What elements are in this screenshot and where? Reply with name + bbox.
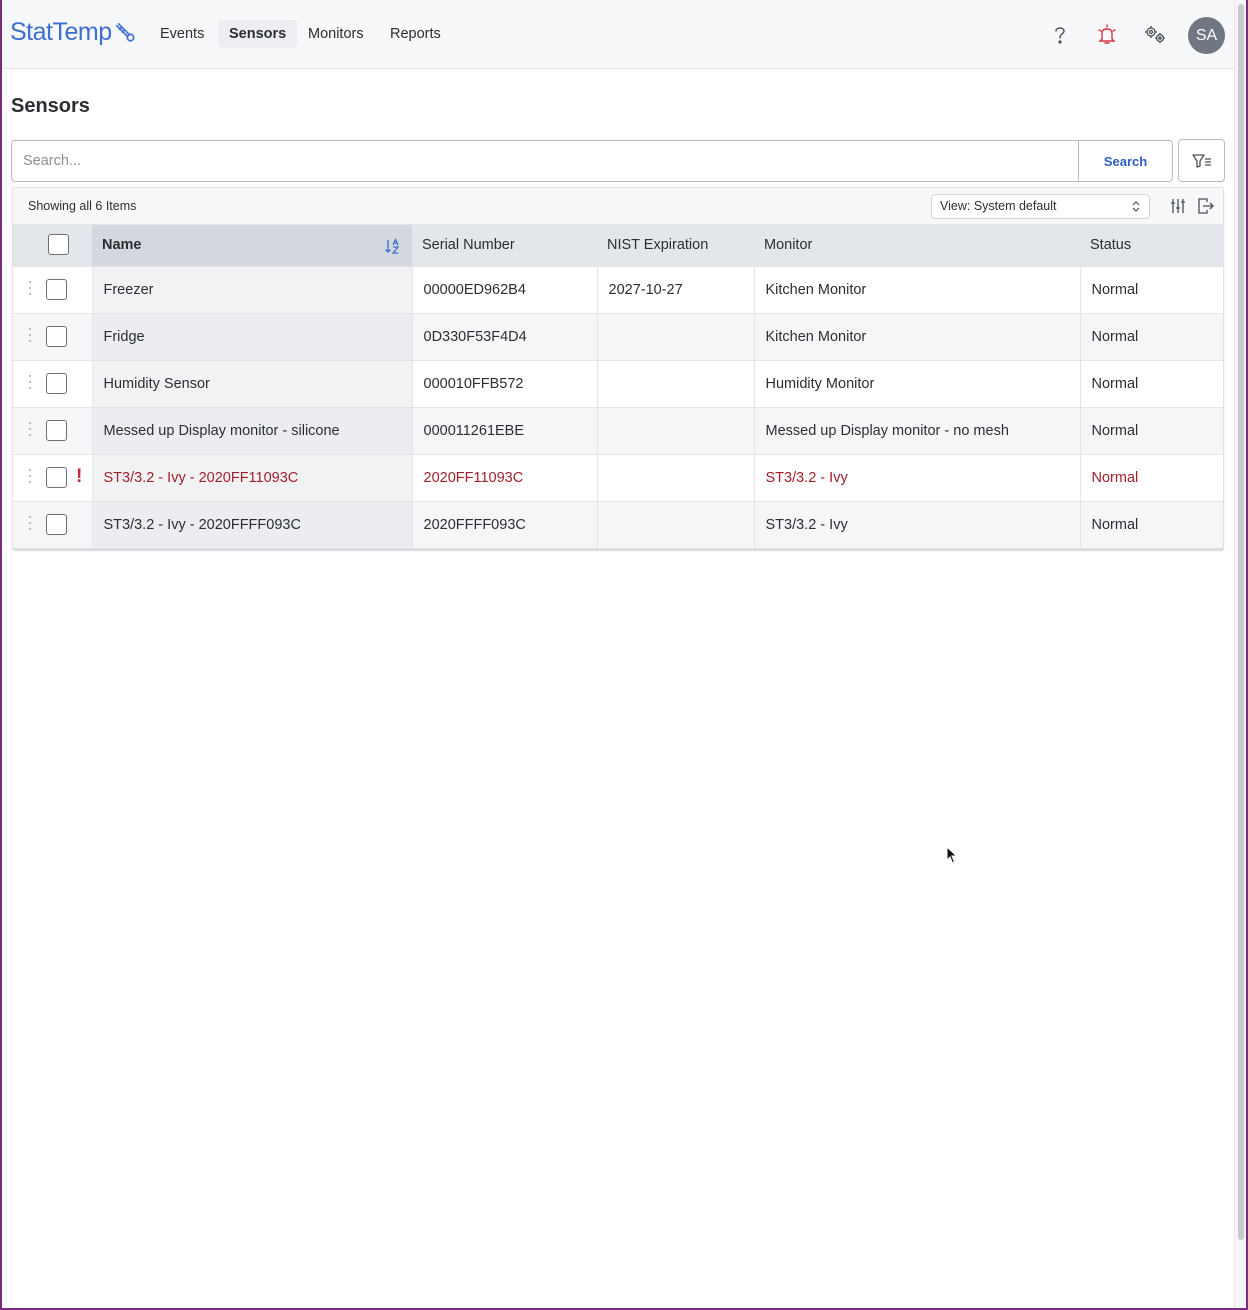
search-bar: Search	[11, 140, 1173, 182]
cell-name[interactable]: Freezer	[92, 266, 413, 313]
row-select-cell	[13, 313, 93, 360]
items-count: Showing all 6 Items	[28, 199, 137, 213]
column-header-nist[interactable]: NIST Expiration	[597, 225, 754, 266]
cell-serial: 00000ED962B4	[412, 266, 598, 313]
cell-serial: 000011261EBE	[412, 407, 598, 454]
mouse-cursor-icon	[946, 846, 958, 864]
sensors-grid: Showing all 6 Items View: System default…	[12, 187, 1224, 549]
help-icon[interactable]	[1047, 22, 1073, 48]
cell-status: Normal	[1091, 469, 1139, 486]
cell-monitor[interactable]: Kitchen Monitor	[754, 313, 1081, 360]
cell-name[interactable]: Humidity Sensor	[92, 360, 413, 407]
cell-monitor[interactable]: Kitchen Monitor	[754, 266, 1081, 313]
scrollbar-thumb[interactable]	[1238, 4, 1244, 1240]
filter-icon	[1191, 153, 1211, 168]
column-label-name: Name	[102, 237, 142, 254]
column-header-monitor[interactable]: Monitor	[754, 225, 1080, 266]
cell-name[interactable]: Fridge	[92, 313, 413, 360]
view-select[interactable]: View: System default	[931, 194, 1150, 219]
cell-monitor[interactable]: Messed up Display monitor - no mesh	[754, 407, 1081, 454]
search-button[interactable]: Search	[1078, 141, 1172, 181]
cell-serial: 0D330F53F4D4	[412, 313, 598, 360]
nav-monitors[interactable]: Monitors	[297, 20, 375, 48]
table-row[interactable]: Fridge 0D330F53F4D4 Kitchen Monitor Normal	[13, 313, 1223, 360]
cell-nist	[597, 360, 755, 407]
drag-handle-icon[interactable]	[29, 468, 33, 483]
cell-status: Normal	[1080, 313, 1223, 360]
top-navigation-bar: StatTemp Events Sensors Monitors Reports…	[2, 0, 1234, 69]
cell-status: Normal	[1091, 281, 1139, 298]
select-all-cell	[13, 225, 92, 266]
drag-handle-icon[interactable]	[29, 421, 33, 436]
cell-status: Normal	[1080, 501, 1223, 548]
cell-status: Normal	[1091, 375, 1139, 392]
cell-nist: 2027-10-27	[597, 266, 755, 313]
drag-handle-icon[interactable]	[29, 515, 33, 530]
table-row[interactable]: ! ST3/3.2 - Ivy - 2020FF11093C 2020FF11093…	[13, 454, 1223, 501]
column-header-status[interactable]: Status	[1080, 225, 1223, 266]
brand-logo[interactable]: StatTemp	[10, 18, 136, 47]
cell-name[interactable]: ST3/3.2 - Ivy - 2020FFFF093C	[92, 501, 413, 548]
row-checkbox[interactable]	[46, 372, 67, 394]
nav-events[interactable]: Events	[149, 20, 215, 48]
table-row[interactable]: ST3/3.2 - Ivy - 2020FFFF093C 2020FFFF093C…	[13, 501, 1223, 548]
cell-monitor[interactable]: ST3/3.2 - Ivy	[754, 454, 1081, 501]
column-header-serial[interactable]: Serial Number	[412, 225, 597, 266]
row-checkbox[interactable]	[46, 466, 67, 488]
cell-nist	[597, 501, 755, 548]
nav-reports[interactable]: Reports	[379, 20, 452, 48]
sensors-table: Name Serial Number NIST Expiration Monit…	[13, 225, 1223, 548]
row-select-cell	[13, 407, 93, 454]
table-row[interactable]: Freezer 00000ED962B4 2027-10-27 Kitchen Mon…	[13, 266, 1223, 313]
search-input[interactable]	[12, 141, 1078, 181]
page-title: Sensors	[11, 95, 90, 117]
cell-serial: 2020FF11093C	[412, 454, 598, 501]
cell-serial: 000010FFB572	[412, 360, 598, 407]
export-icon[interactable]	[1197, 197, 1215, 215]
brand-name: StatTemp	[10, 18, 112, 46]
table-header-row: Name Serial Number NIST Expiration Monit…	[13, 225, 1223, 266]
row-select-cell	[13, 360, 93, 407]
cell-monitor[interactable]: ST3/3.2 - Ivy	[754, 501, 1081, 548]
cell-name[interactable]: Messed up Display monitor - silicone	[92, 407, 413, 454]
column-header-name[interactable]: Name	[92, 225, 412, 266]
drag-handle-icon[interactable]	[29, 374, 33, 389]
cell-nist	[597, 313, 755, 360]
cell-monitor[interactable]: Humidity Monitor	[754, 360, 1081, 407]
nav-sensors[interactable]: Sensors	[218, 20, 298, 48]
drag-handle-icon[interactable]	[29, 327, 33, 342]
table-row[interactable]: Humidity Sensor 000010FFB572 Humidity Moni…	[13, 360, 1223, 407]
cell-name[interactable]: ST3/3.2 - Ivy - 2020FF11093C	[92, 454, 413, 501]
cell-nist	[597, 454, 755, 501]
grid-toolbar: Showing all 6 Items View: System default	[13, 188, 1223, 225]
select-all-checkbox[interactable]	[48, 234, 69, 255]
thermometer-logo-icon	[115, 22, 135, 42]
sort-ascending-icon[interactable]	[384, 238, 400, 254]
table-row[interactable]: Messed up Display monitor - silicone 0000…	[13, 407, 1223, 454]
cell-serial: 2020FFFF093C	[412, 501, 598, 548]
page-scrollbar[interactable]	[1234, 0, 1246, 1308]
cell-nist	[597, 407, 755, 454]
settings-gears-icon[interactable]	[1143, 22, 1169, 48]
user-avatar[interactable]: SA	[1188, 17, 1225, 54]
alert-exclamation-icon: !	[76, 465, 83, 487]
view-select-value: View: System default	[940, 199, 1057, 213]
filter-button[interactable]	[1178, 139, 1225, 182]
row-select-cell: !	[13, 454, 93, 501]
alarm-bell-icon[interactable]	[1094, 22, 1120, 48]
chevron-up-down-icon	[1132, 201, 1140, 212]
row-checkbox[interactable]	[46, 513, 67, 535]
column-settings-icon[interactable]	[1169, 197, 1187, 215]
row-select-cell	[13, 266, 93, 313]
row-checkbox[interactable]	[46, 325, 67, 347]
drag-handle-icon[interactable]	[29, 280, 33, 295]
row-checkbox[interactable]	[46, 419, 67, 441]
row-select-cell	[13, 501, 93, 548]
cell-status: Normal	[1080, 407, 1223, 454]
row-checkbox[interactable]	[46, 278, 67, 300]
